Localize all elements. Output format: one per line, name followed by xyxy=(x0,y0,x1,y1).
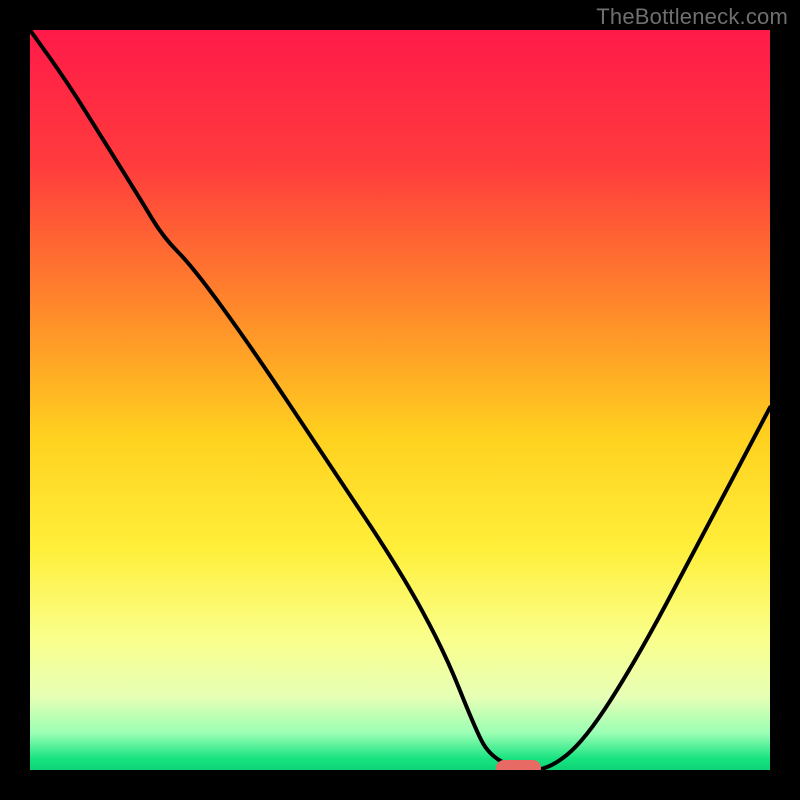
optimal-marker xyxy=(496,760,540,770)
plot-inner xyxy=(30,30,770,770)
watermark-text: TheBottleneck.com xyxy=(596,4,788,30)
chart-frame: TheBottleneck.com xyxy=(0,0,800,800)
bottleneck-curve xyxy=(30,30,770,770)
plot-area xyxy=(30,30,770,770)
